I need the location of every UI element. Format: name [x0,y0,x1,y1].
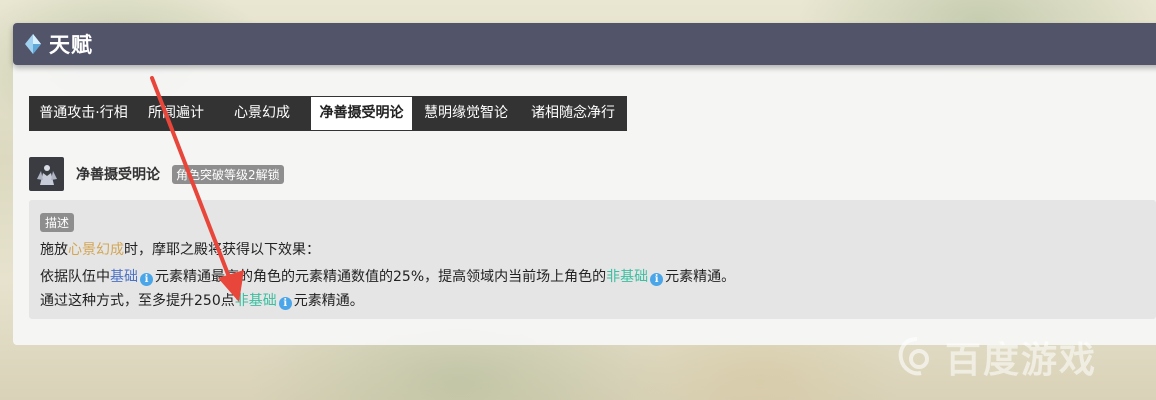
info-icon[interactable]: i [140,273,153,286]
description-badge: 描述 [40,213,75,232]
diamond-icon [22,33,44,55]
talent-name: 净善摄受明论 [76,167,160,183]
base-term-link[interactable]: 基础 [110,269,138,285]
tab-zhuxiang-suinian-jingxing[interactable]: 诸相随念净行 [519,96,627,131]
nonbase-term-link[interactable]: 非基础 [606,269,648,285]
nonbase-term-link[interactable]: 非基础 [235,293,277,309]
tab-suowen-bianji[interactable]: 所闻遍计 [138,96,214,131]
description-line-3: 通过这种方式，至多提升250点非基础 i 元素精通。 [40,290,364,310]
info-icon[interactable]: i [278,297,292,310]
text: 元素精通最高的角色的元素精通数值的25%，提高领域内当前场上角色的 [155,269,607,285]
watermark-text: 百度游戏 [945,340,1098,381]
text: 元素精通。 [665,269,736,285]
tab-jingshan-sheshou-minglun[interactable]: 净善摄受明论 [310,96,413,131]
tab-huiming-yuanjue-zhilun[interactable]: 慧明缘觉智论 [413,96,519,131]
description-line-2: 依据队伍中基础 i 元素精通最高的角色的元素精通数值的25%，提高领域内当前场上角色… [40,266,735,286]
section-header: 天赋 [13,23,1156,65]
text: 施放 [40,242,68,258]
talent-tabs: 普通攻击·行相 所闻遍计 心景幻成 净善摄受明论 慧明缘觉智论 诸相随念净行 [29,96,627,131]
watermark-logo-icon [898,337,929,376]
tab-xinjing-huancheng[interactable]: 心景幻成 [214,96,310,131]
info-icon[interactable]: i [650,273,664,286]
unlock-badge: 角色突破等级2解锁 [172,164,284,184]
text: 通过这种方式，至多提升250点 [40,293,235,309]
talent-row: 净善摄受明论 角色突破等级2解锁 [29,157,284,191]
text: 元素精通。 [293,293,364,309]
text: 时，摩耶之殿将获得以下效果： [124,242,320,258]
tab-normal-attack[interactable]: 普通攻击·行相 [29,96,138,131]
description-line-1: 施放心景幻成时，摩耶之殿将获得以下效果： [40,239,320,259]
page-title: 天赋 [49,33,93,57]
talent-icon [29,157,64,191]
text: 依据队伍中 [40,269,110,285]
watermark: 百度游戏 [895,330,1097,384]
description-box: 描述 施放心景幻成时，摩耶之殿将获得以下效果： 依据队伍中基础 i 元素精通最高的角… [29,200,1156,319]
skill-link[interactable]: 心景幻成 [68,242,124,258]
